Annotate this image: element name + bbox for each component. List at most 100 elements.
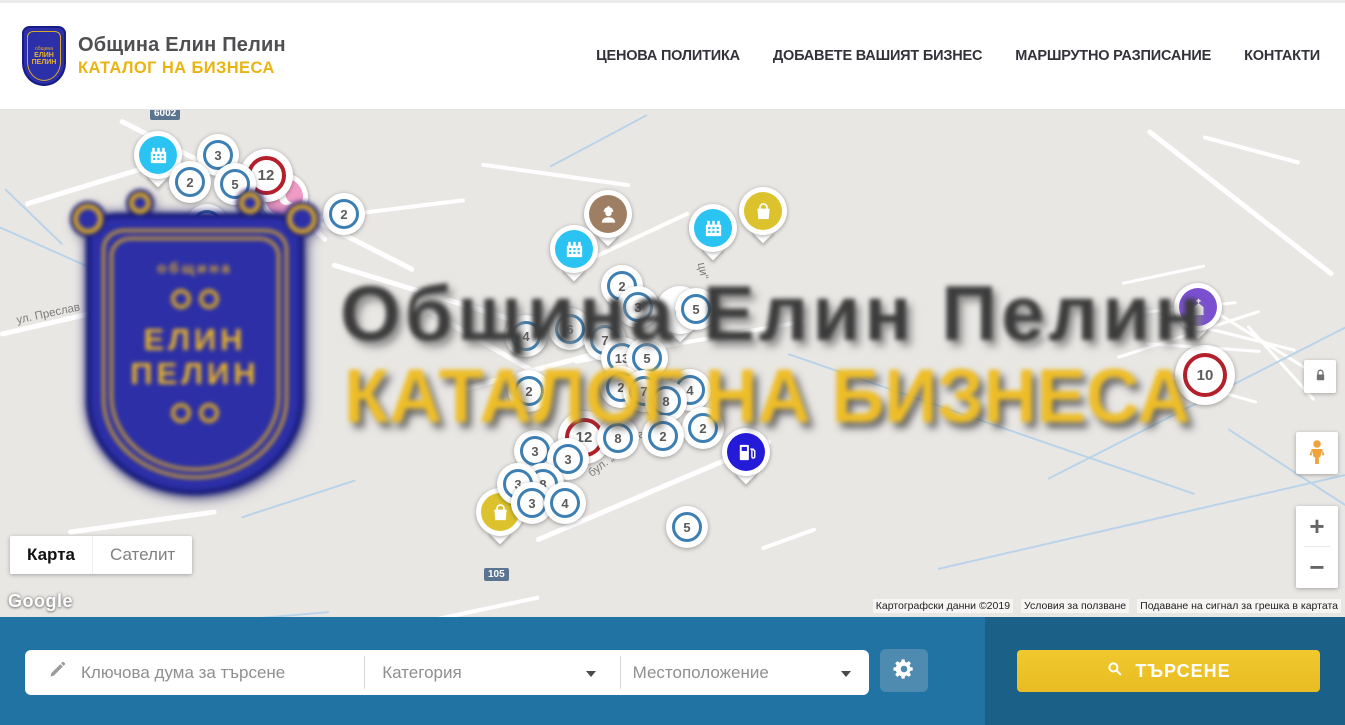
zoom-in-button[interactable]: + — [1296, 506, 1338, 546]
factory-icon — [139, 136, 177, 174]
map-water-line — [88, 303, 239, 360]
attribution-link[interactable]: Картографски данни ©2019 — [873, 599, 1013, 613]
map-type-control: Карта Сателит — [10, 536, 192, 574]
cluster-count: 2 — [648, 421, 678, 451]
map-type-satellite-button[interactable]: Сателит — [92, 536, 192, 574]
chevron-down-icon — [586, 671, 596, 677]
search-bar: ТЪРСЕНЕ Категория Местоположение — [0, 617, 1345, 725]
cluster-count: 10 — [1183, 353, 1227, 397]
road-number-badge: 6002 — [150, 110, 180, 120]
map-road-line — [68, 509, 217, 534]
factory-icon — [555, 230, 593, 268]
map-attribution: Картографски данни ©2019 Условия за ползв… — [873, 599, 1341, 613]
factory-pin[interactable] — [550, 225, 598, 273]
cluster-count: 6 — [555, 314, 585, 344]
cluster-count: 2 — [514, 376, 544, 406]
attribution-link[interactable]: Условия за ползване — [1021, 599, 1129, 613]
cluster-marker[interactable] — [186, 204, 228, 246]
bag-icon — [744, 192, 782, 230]
cluster-marker[interactable]: 4 — [544, 482, 586, 524]
lock-button[interactable] — [1304, 360, 1336, 393]
fuel-pin[interactable] — [722, 428, 770, 476]
search-fields: Категория Местоположение — [25, 650, 869, 695]
nav-item[interactable]: ДОБАВЕТЕ ВАШИЯТ БИЗНЕС — [773, 48, 982, 64]
padlock-icon — [1312, 367, 1329, 387]
street-name-label: ци“ — [695, 262, 710, 281]
map-road-line — [1122, 264, 1206, 285]
cluster-count: 5 — [672, 512, 702, 542]
cluster-count — [192, 210, 222, 240]
street-view-pegman-button[interactable] — [1296, 432, 1338, 474]
cluster-count: 8 — [603, 423, 633, 453]
cluster-count: 3 — [520, 436, 550, 466]
advanced-settings-button[interactable] — [880, 649, 928, 692]
fuel-icon — [727, 433, 765, 471]
crest-top-word: община — [35, 46, 53, 52]
cluster-marker[interactable]: 2 — [508, 370, 550, 412]
main-nav: ЦЕНОВА ПОЛИТИКА ДОБАВЕТЕ ВАШИЯТ БИЗНЕС МАР… — [596, 48, 1320, 64]
search-button-label: ТЪРСЕНЕ — [1135, 661, 1230, 682]
nav-item[interactable]: ЦЕНОВА ПОЛИТИКА — [596, 48, 740, 64]
church-icon — [1179, 288, 1217, 326]
gear-icon — [893, 658, 915, 683]
crest-name: ЕЛИНПЕЛИН — [32, 52, 57, 67]
category-select-label: Категория — [382, 663, 461, 683]
google-logo[interactable]: Google — [8, 591, 73, 612]
cluster-count: 5 — [220, 169, 250, 199]
cluster-count: 2 — [688, 413, 718, 443]
crest-ornament — [171, 289, 219, 309]
cluster-marker[interactable]: 3 — [617, 286, 659, 328]
map-road-line — [761, 527, 817, 551]
map-canvas[interactable]: ул. Преславбул. „Новоселци“6002105 32125… — [0, 110, 1345, 617]
crest-ornament — [171, 403, 219, 423]
cluster-marker[interactable]: 4 — [505, 315, 547, 357]
keyword-field — [25, 650, 364, 695]
nav-item[interactable]: МАРШРУТНО РАЗПИСАНИЕ — [1015, 48, 1211, 64]
cluster-marker[interactable]: 5 — [675, 288, 717, 330]
search-button[interactable]: ТЪРСЕНЕ — [1017, 650, 1320, 692]
cluster-count: 3 — [517, 488, 547, 518]
nav-item[interactable]: КОНТАКТИ — [1244, 48, 1320, 64]
zoom-out-button[interactable]: − — [1296, 547, 1338, 587]
map-road-line — [331, 262, 528, 326]
factory-pin[interactable] — [689, 204, 737, 252]
watermark-crest-top-word: община — [157, 260, 233, 277]
watermark-subtitle: КАТАЛОГ НА БИЗНЕСА — [344, 353, 1191, 440]
map-road-line — [1147, 128, 1335, 276]
keyword-input[interactable] — [81, 663, 351, 683]
map-road-line — [481, 163, 630, 188]
brand[interactable]: община ЕЛИНПЕЛИН Община Елин Пелин КАТАЛ… — [22, 26, 286, 86]
attribution-link[interactable]: Подаване на сигнал за грешка в картата — [1137, 599, 1341, 613]
cluster-marker[interactable]: 10 — [1175, 345, 1235, 405]
location-select[interactable]: Местоположение — [621, 650, 869, 695]
cluster-marker[interactable]: 2 — [169, 161, 211, 203]
cluster-count: 3 — [623, 292, 653, 322]
church-pin[interactable] — [1174, 283, 1222, 331]
cluster-marker[interactable]: 2 — [323, 193, 365, 235]
cluster-marker[interactable]: 2 — [642, 415, 684, 457]
cluster-marker[interactable]: 8 — [597, 417, 639, 459]
zoom-control: + − — [1296, 506, 1338, 588]
magnifier-icon — [1106, 660, 1123, 682]
municipality-crest-logo: община ЕЛИНПЕЛИН — [22, 26, 66, 86]
cluster-marker[interactable]: 5 — [214, 163, 256, 205]
crest-curl — [73, 204, 103, 234]
cluster-count: 4 — [550, 488, 580, 518]
cluster-marker[interactable]: 5 — [666, 506, 708, 548]
cluster-count: 5 — [681, 294, 711, 324]
category-select[interactable]: Категория — [365, 650, 619, 695]
site-subtitle: КАТАЛОГ НА БИЗНЕСА — [78, 59, 286, 78]
cluster-marker[interactable]: 2 — [682, 407, 724, 449]
map-type-map-button[interactable]: Карта — [10, 536, 92, 574]
factory-icon — [694, 209, 732, 247]
location-select-label: Местоположение — [633, 663, 769, 683]
bag-pin[interactable] — [739, 187, 787, 235]
pegman-icon — [1302, 437, 1332, 470]
cluster-count: 8 — [651, 386, 681, 416]
map-road-line — [1203, 135, 1301, 165]
map-road-line — [397, 595, 540, 617]
map-water-line — [788, 353, 1195, 495]
crest-curl — [129, 192, 151, 214]
chevron-down-icon — [841, 671, 851, 677]
map-water-line — [549, 114, 647, 167]
